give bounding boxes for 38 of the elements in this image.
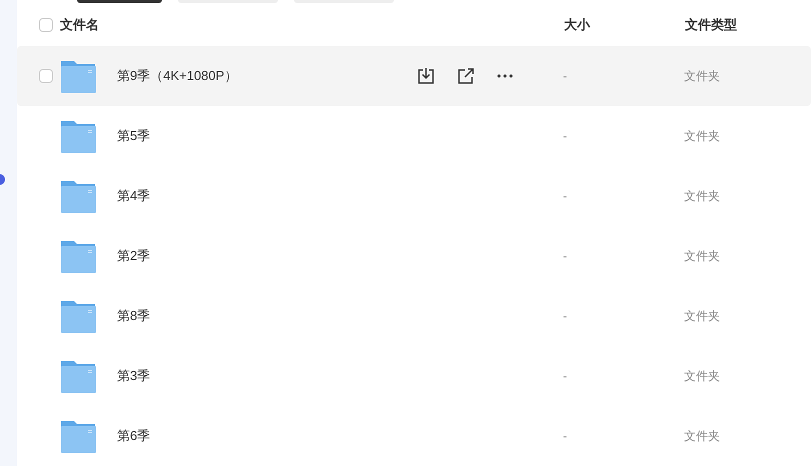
- file-name[interactable]: 第9季（4K+1080P）: [117, 66, 417, 86]
- file-name[interactable]: 第2季: [117, 246, 417, 266]
- file-name[interactable]: 第8季: [117, 306, 417, 326]
- folder-icon: [60, 419, 96, 453]
- folder-icon: [60, 59, 96, 93]
- share-icon[interactable]: [457, 67, 475, 85]
- file-name[interactable]: 第5季: [117, 126, 417, 146]
- file-type: 文件夹: [684, 68, 720, 85]
- file-size: -: [563, 368, 568, 385]
- file-size: -: [563, 68, 568, 85]
- select-all-checkbox[interactable]: [39, 18, 53, 32]
- download-icon[interactable]: [417, 67, 435, 85]
- row-checkbox[interactable]: [39, 69, 53, 83]
- folder-icon: [60, 119, 96, 153]
- folder-icon: [60, 179, 96, 213]
- file-size: -: [563, 308, 568, 325]
- file-size: -: [563, 128, 568, 145]
- column-header[interactable]: 大小: [564, 14, 685, 34]
- folder-icon: [60, 239, 96, 273]
- file-type: 文件夹: [684, 188, 720, 205]
- file-size: -: [563, 188, 568, 205]
- file-type: 文件夹: [684, 308, 720, 325]
- folder-icon: [60, 359, 96, 393]
- file-name[interactable]: 第6季: [117, 426, 417, 446]
- toolbar-tab[interactable]: [77, 0, 162, 3]
- more-icon[interactable]: [497, 74, 513, 78]
- file-name[interactable]: 第3季: [117, 366, 417, 386]
- column-header[interactable]: 文件名: [60, 14, 564, 34]
- file-type: 文件夹: [684, 428, 720, 445]
- file-type: 文件夹: [684, 128, 720, 145]
- file-size: -: [563, 248, 568, 265]
- column-header[interactable]: 文件类型: [685, 14, 805, 34]
- file-type: 文件夹: [684, 368, 720, 385]
- file-row[interactable]: 第9季（4K+1080P） - 文件夹: [17, 46, 811, 106]
- file-type: 文件夹: [684, 248, 720, 265]
- file-size: -: [563, 428, 568, 445]
- folder-icon: [60, 299, 96, 333]
- file-name[interactable]: 第4季: [117, 186, 417, 206]
